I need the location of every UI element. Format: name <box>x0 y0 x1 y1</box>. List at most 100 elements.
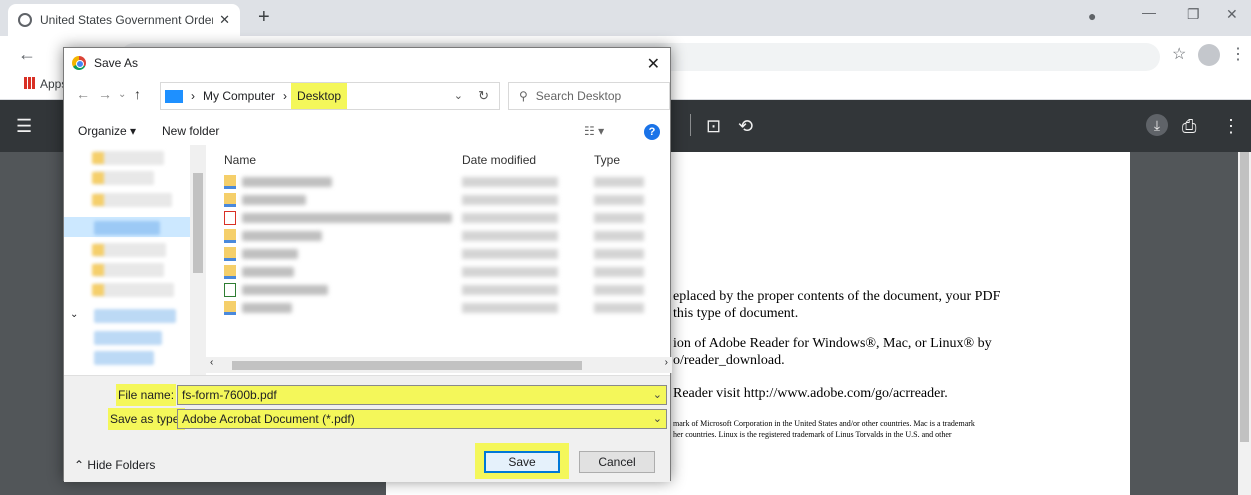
column-type[interactable]: Type <box>594 153 620 167</box>
nav-folder-item[interactable] <box>92 283 174 297</box>
file-date-blurred <box>462 195 558 205</box>
nav-desktop-item[interactable] <box>94 221 160 235</box>
address-row: ← → ⌄ ↑ › My Computer › Desktop ⌄ ↻ ⚲ Se… <box>72 82 672 110</box>
tab-title: United States Government Order <box>40 13 214 27</box>
chrome-logo-icon <box>72 56 86 70</box>
minimize-button[interactable]: — <box>1142 4 1156 20</box>
list-item[interactable] <box>224 173 664 191</box>
search-input[interactable]: ⚲ Search Desktop <box>508 82 670 110</box>
dialog-close-button[interactable]: ✕ <box>647 54 660 74</box>
menu-kebab-icon[interactable]: ⋮ <box>1230 44 1246 64</box>
back-icon[interactable]: ← <box>76 86 90 102</box>
new-folder-button[interactable]: New folder <box>162 124 219 138</box>
nav-folder-item[interactable] <box>92 151 164 165</box>
file-date-blurred <box>462 249 558 259</box>
folder-shortcut-icon <box>224 247 236 261</box>
star-icon[interactable]: ☆ <box>1172 44 1186 64</box>
breadcrumb-my-computer[interactable]: My Computer <box>203 89 275 103</box>
scroll-thumb[interactable] <box>232 361 582 370</box>
list-item[interactable] <box>224 281 664 299</box>
file-name-label: File name: <box>116 384 177 406</box>
scroll-thumb[interactable] <box>193 173 203 273</box>
column-date-modified[interactable]: Date modified <box>462 153 536 167</box>
browser-tab[interactable]: United States Government Order ✕ <box>8 4 240 36</box>
hamburger-menu-icon[interactable]: ☰ <box>16 116 32 137</box>
apps-shortcut[interactable]: Apps <box>24 77 67 91</box>
profile-dot-icon[interactable]: ● <box>1088 8 1096 24</box>
file-name-blurred <box>242 249 298 259</box>
hide-folders-label: Hide Folders <box>87 458 156 472</box>
file-date-blurred <box>462 285 558 295</box>
file-type-blurred <box>594 285 644 295</box>
nav-folder-item[interactable] <box>92 243 166 257</box>
file-date-blurred <box>462 231 558 241</box>
restore-button[interactable]: ❐ <box>1187 6 1200 23</box>
nav-folder-item[interactable] <box>92 193 172 207</box>
nav-folder-item[interactable] <box>94 331 162 345</box>
file-type-blurred <box>594 303 644 313</box>
refresh-icon[interactable]: ↻ <box>478 88 489 104</box>
up-arrow-icon[interactable]: ↑ <box>134 86 141 102</box>
file-type-blurred <box>594 267 644 277</box>
save-options-panel: File name: fs-form-7600b.pdf ⌄ Save as t… <box>64 375 670 482</box>
help-button[interactable]: ? <box>644 124 660 140</box>
nav-this-pc-item[interactable] <box>94 309 176 323</box>
breadcrumb-desktop[interactable]: Desktop <box>291 83 348 109</box>
spreadsheet-file-icon <box>224 283 236 297</box>
window-close-button[interactable]: ✕ <box>1226 6 1238 23</box>
new-tab-button[interactable]: + <box>258 6 270 29</box>
nav-folder-item[interactable] <box>94 351 154 365</box>
view-options-icon[interactable]: ☷ ▾ <box>584 124 604 138</box>
horizontal-scrollbar[interactable]: ‹ › <box>206 357 672 373</box>
forward-icon[interactable]: → <box>98 86 112 102</box>
list-item[interactable] <box>224 245 664 263</box>
dialog-title: Save As <box>94 56 139 70</box>
rotate-icon[interactable]: ⟲ <box>738 116 753 137</box>
scroll-right-icon[interactable]: › <box>665 357 668 368</box>
nav-scrollbar[interactable] <box>190 145 206 375</box>
file-name-blurred <box>242 231 322 241</box>
chevron-down-icon[interactable]: ⌄ <box>653 412 662 425</box>
file-list: Name Date modified Type <box>206 145 672 375</box>
cancel-button[interactable]: Cancel <box>579 451 655 473</box>
file-name-field[interactable]: fs-form-7600b.pdf ⌄ <box>177 385 667 405</box>
file-name-blurred <box>242 213 452 223</box>
avatar[interactable] <box>1198 44 1220 66</box>
save-type-select[interactable]: Adobe Acrobat Document (*.pdf) ⌄ <box>177 409 667 429</box>
list-item[interactable] <box>224 263 664 281</box>
hide-folders-button[interactable]: ⌃ Hide Folders <box>74 458 155 472</box>
expand-chevron-icon[interactable]: ⌄ <box>70 309 78 320</box>
pdf-text-line: o/reader_download. <box>673 353 785 368</box>
chevron-down-icon[interactable]: ⌄ <box>653 388 662 401</box>
file-type-blurred <box>594 213 644 223</box>
chevron-up-icon: ⌃ <box>74 458 85 472</box>
command-bar: Organize ▾ New folder ☷ ▾ ? <box>64 118 670 144</box>
nav-folder-item[interactable] <box>92 171 154 185</box>
file-name-blurred <box>242 285 328 295</box>
list-item[interactable] <box>224 299 664 317</box>
scroll-thumb[interactable] <box>1240 152 1249 442</box>
save-type-value: Adobe Acrobat Document (*.pdf) <box>182 412 355 426</box>
scroll-left-icon[interactable]: ‹ <box>210 357 213 368</box>
save-button[interactable]: Save <box>484 451 560 473</box>
list-item[interactable] <box>224 227 664 245</box>
download-icon[interactable]: ⤓ <box>1146 114 1168 136</box>
file-type-blurred <box>594 249 644 259</box>
list-item[interactable] <box>224 191 664 209</box>
recent-dropdown-icon[interactable]: ⌄ <box>118 89 126 100</box>
list-item[interactable] <box>224 209 664 227</box>
back-arrow-icon[interactable]: ← <box>18 44 36 65</box>
pdf-scrollbar[interactable] <box>1238 152 1251 495</box>
print-icon[interactable]: ⎙ <box>1182 116 1196 137</box>
column-name[interactable]: Name <box>224 153 256 167</box>
file-name-blurred <box>242 177 332 187</box>
chevron-down-icon[interactable]: ⌄ <box>454 89 463 102</box>
file-date-blurred <box>462 177 558 187</box>
nav-folder-item[interactable] <box>92 263 164 277</box>
more-options-icon[interactable]: ⋮ <box>1222 116 1240 137</box>
file-date-blurred <box>462 303 558 313</box>
breadcrumb[interactable]: › My Computer › Desktop ⌄ ↻ <box>160 82 500 110</box>
organize-button[interactable]: Organize ▾ <box>78 124 136 138</box>
fit-page-icon[interactable]: ⊡ <box>706 116 721 137</box>
tab-close-button[interactable]: ✕ <box>219 12 230 28</box>
